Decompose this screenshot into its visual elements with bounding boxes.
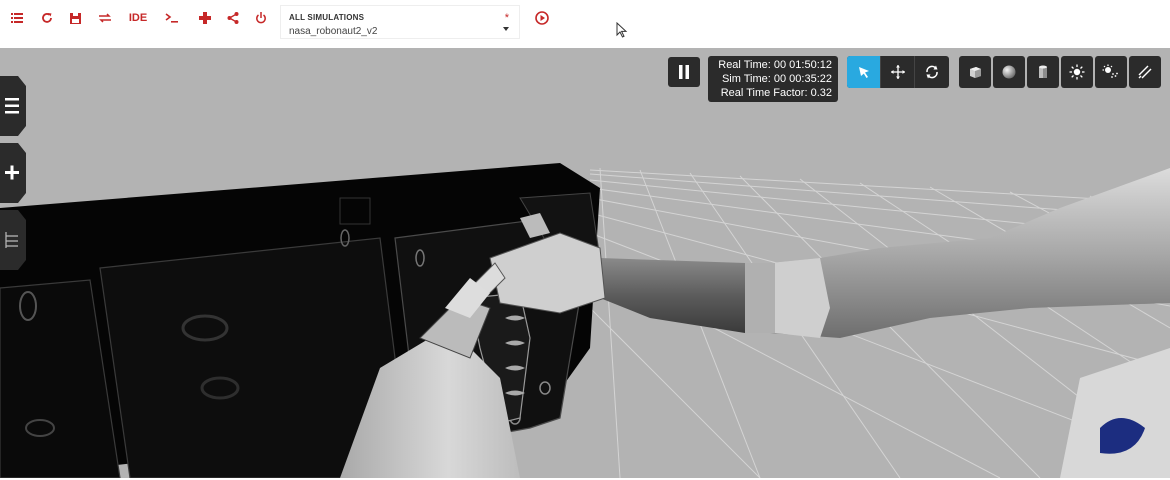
robot-right-arm [600, 168, 1170, 478]
ide-button[interactable]: IDE [126, 8, 150, 28]
spot-light-button[interactable] [1095, 56, 1127, 88]
directional-light-button[interactable] [1129, 56, 1161, 88]
cylinder-icon [1039, 65, 1047, 78]
pause-button[interactable] [668, 57, 700, 87]
modified-marker: * [504, 12, 509, 24]
save-icon[interactable] [68, 8, 82, 28]
sphere-shape-button[interactable] [993, 56, 1025, 88]
simulation-selector-label: ALL SIMULATIONS [289, 13, 365, 22]
cylinder-shape-button[interactable] [1027, 56, 1059, 88]
select-icon [858, 67, 869, 78]
box-shape-button[interactable] [959, 56, 991, 88]
plugin-icon[interactable] [198, 8, 212, 28]
refresh-icon[interactable] [40, 8, 54, 28]
manipulation-tools [847, 56, 949, 88]
time-stats-panel: Real Time: 00 01:50:12 Sim Time: 00 00:3… [708, 56, 838, 102]
translate-tool[interactable] [881, 56, 915, 88]
side-tab-add[interactable] [0, 143, 26, 203]
3d-viewport[interactable] [0, 48, 1170, 478]
terminal-icon[interactable] [164, 8, 180, 28]
spot-light-icon [1102, 64, 1118, 78]
translate-icon [890, 65, 905, 79]
side-tab-menu[interactable] [0, 76, 26, 136]
real-time-factor-readout: Real Time Factor: 0.32 [720, 87, 832, 99]
power-icon[interactable] [254, 8, 268, 28]
simulation-selector-value: nasa_robonaut2_v2 [289, 26, 378, 37]
top-toolbar: IDE ALL SIMULATIONS nasa_robonaut2_v2 * [0, 0, 1170, 46]
select-tool[interactable] [847, 56, 881, 88]
side-tab-tree[interactable] [0, 210, 26, 270]
chevron-down-icon [503, 27, 509, 31]
real-time-readout: Real Time: 00 01:50:12 [718, 59, 832, 71]
box-icon [970, 67, 981, 78]
scene-render [0, 163, 1170, 478]
share-icon[interactable] [226, 8, 240, 28]
record-icon[interactable] [534, 8, 550, 28]
swap-icon[interactable] [98, 8, 112, 28]
ide-label: IDE [128, 12, 148, 24]
rotate-icon [926, 65, 938, 79]
sim-time-readout: Sim Time: 00 00:35:22 [721, 73, 832, 85]
pause-icon [679, 65, 689, 79]
directional-light-icon [1138, 65, 1152, 79]
sun-light-icon [1069, 64, 1085, 80]
rotate-tool[interactable] [915, 56, 949, 88]
simulation-selector[interactable]: ALL SIMULATIONS nasa_robonaut2_v2 * [280, 5, 520, 39]
sphere-icon [1002, 65, 1016, 79]
list-icon[interactable] [10, 8, 24, 28]
mouse-cursor-icon [616, 21, 628, 43]
point-light-button[interactable] [1061, 56, 1093, 88]
